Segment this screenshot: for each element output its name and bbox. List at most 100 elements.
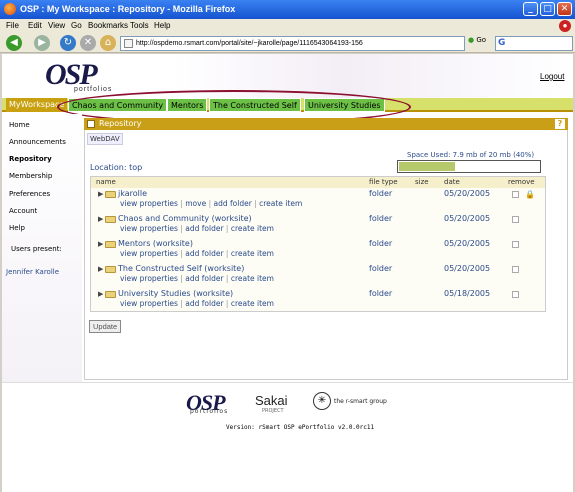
- expand-triangle-icon[interactable]: ▶: [98, 290, 103, 298]
- minimize-button[interactable]: _: [523, 2, 538, 16]
- row-action-link[interactable]: create item: [259, 199, 302, 208]
- action-separator: |: [180, 199, 183, 208]
- remove-checkbox[interactable]: [512, 216, 519, 223]
- go-button[interactable]: ● Go: [468, 36, 486, 44]
- sidebar-item-help[interactable]: Help: [9, 224, 25, 232]
- folder-icon[interactable]: ▶: [98, 215, 118, 223]
- tab-mentors[interactable]: Mentors: [167, 98, 208, 112]
- sidebar-item-membership[interactable]: Membership: [9, 172, 52, 180]
- action-separator: |: [208, 199, 212, 208]
- expand-triangle-icon[interactable]: ▶: [98, 190, 103, 198]
- column-date: date: [444, 178, 460, 186]
- row-file-type: folder: [369, 239, 393, 248]
- column-size: size: [415, 178, 429, 186]
- expand-triangle-icon[interactable]: ▶: [98, 215, 103, 223]
- footer-rsmart-logo[interactable]: the r-smart group: [334, 398, 387, 405]
- sidebar-item-preferences[interactable]: Preferences: [9, 190, 50, 198]
- location-top-link[interactable]: top: [129, 163, 142, 172]
- row-file-type: folder: [369, 214, 393, 223]
- row-action-link[interactable]: create item: [231, 249, 274, 258]
- action-separator: |: [225, 224, 229, 233]
- column-file-type: file type: [369, 178, 398, 186]
- menu-view[interactable]: View: [48, 21, 65, 30]
- menu-edit[interactable]: Edit: [28, 21, 42, 30]
- stop-icon[interactable]: ●: [559, 20, 571, 32]
- footer-sakai-subtitle: PROJECT: [262, 408, 284, 414]
- update-button[interactable]: Update: [89, 320, 122, 333]
- space-used-text: Space Used: 7.9 mb of 20 mb (40%): [407, 151, 535, 159]
- row-action-link[interactable]: add folder: [185, 249, 223, 258]
- row-action-link[interactable]: view properties: [120, 224, 178, 233]
- maximize-button[interactable]: □: [540, 2, 555, 16]
- menu-bookmarks[interactable]: Bookmarks: [88, 21, 128, 30]
- present-user-name: Jennifer Karolle: [6, 268, 60, 276]
- expand-triangle-icon[interactable]: ▶: [98, 265, 103, 273]
- row-action-link[interactable]: add folder: [185, 224, 223, 233]
- tool-title: Repository: [99, 119, 142, 128]
- url-input[interactable]: http://ospdemo.rsmart.com/portal/site/~j…: [120, 36, 465, 51]
- forward-icon[interactable]: ▶: [34, 35, 50, 51]
- osp-logo-subtitle: portfolios: [74, 86, 113, 93]
- folder-icon[interactable]: ▶: [98, 240, 118, 248]
- sidebar-item-home[interactable]: Home: [9, 121, 30, 129]
- action-separator: |: [225, 249, 229, 258]
- search-input[interactable]: G: [495, 36, 573, 51]
- stop-icon[interactable]: ✕: [80, 35, 96, 51]
- row-action-link[interactable]: create item: [231, 224, 274, 233]
- row-action-link[interactable]: create item: [231, 299, 274, 308]
- back-icon[interactable]: ◀: [6, 35, 22, 51]
- footer-osp-subtitle: portfolios: [190, 408, 229, 415]
- folder-icon[interactable]: ▶: [98, 290, 118, 298]
- menu-file[interactable]: File: [6, 21, 19, 30]
- folder-name-link[interactable]: University Studies (worksite): [118, 289, 233, 298]
- remove-checkbox[interactable]: [512, 241, 519, 248]
- space-used-fill: [399, 162, 455, 171]
- row-action-link[interactable]: view properties: [120, 299, 178, 308]
- row-action-link[interactable]: view properties: [120, 274, 178, 283]
- folder-name-link[interactable]: The Constructed Self (worksite): [118, 264, 244, 273]
- menu-help[interactable]: Help: [154, 21, 170, 30]
- folder-icon[interactable]: ▶: [98, 265, 118, 273]
- tab-my-workspace[interactable]: MyWorkspace: [6, 98, 68, 112]
- reload-icon[interactable]: ↻: [60, 35, 76, 51]
- remove-checkbox[interactable]: [512, 266, 519, 273]
- row-action-link[interactable]: add folder: [214, 199, 252, 208]
- folder-name-link[interactable]: Mentors (worksite): [118, 239, 193, 248]
- menu-go[interactable]: Go: [71, 21, 82, 30]
- action-separator: |: [180, 299, 183, 308]
- sidebar-item-repository[interactable]: Repository: [9, 155, 52, 163]
- webdav-link[interactable]: WebDAV: [87, 133, 123, 145]
- row-action-link[interactable]: add folder: [185, 299, 223, 308]
- location-label: Location:: [90, 163, 127, 172]
- footer-sakai-logo[interactable]: Sakai: [255, 393, 288, 408]
- expand-triangle-icon[interactable]: ▶: [98, 240, 103, 248]
- folder-name-link[interactable]: Chaos and Community (worksite): [118, 214, 252, 223]
- remove-checkbox[interactable]: [512, 191, 519, 198]
- table-row: ▶ Chaos and Community (worksite) view prop…: [91, 214, 545, 239]
- action-separator: |: [180, 224, 183, 233]
- sidebar-item-account[interactable]: Account: [9, 207, 37, 215]
- folder-name-link[interactable]: jkarolle: [118, 189, 147, 198]
- reset-tool-icon[interactable]: [87, 120, 95, 128]
- row-date: 05/20/2005: [444, 264, 491, 273]
- folder-icon[interactable]: ▶: [98, 190, 118, 198]
- row-action-link[interactable]: create item: [231, 274, 274, 283]
- tab-chaos-and-community[interactable]: Chaos and Community: [68, 98, 168, 112]
- row-date: 05/20/2005: [444, 189, 491, 198]
- logout-link[interactable]: Logout: [540, 72, 564, 81]
- tab-university-studies[interactable]: University Studies: [304, 98, 385, 112]
- row-action-link[interactable]: move: [185, 199, 206, 208]
- remove-checkbox[interactable]: [512, 291, 519, 298]
- menu-tools[interactable]: Tools: [130, 21, 149, 30]
- sidebar-item-announcements[interactable]: Announcements: [9, 138, 66, 146]
- row-action-link[interactable]: view properties: [120, 199, 178, 208]
- row-action-link[interactable]: view properties: [120, 249, 178, 258]
- rsmart-logo-icon[interactable]: ✳: [313, 392, 331, 410]
- tab-the-constructed-self[interactable]: The Constructed Self: [209, 98, 301, 112]
- help-icon[interactable]: ?: [555, 119, 565, 129]
- row-action-link[interactable]: add folder: [185, 274, 223, 283]
- window-title: OSP : My Workspace : Repository - Mozill…: [20, 4, 236, 14]
- close-button[interactable]: ✕: [557, 2, 572, 16]
- home-icon[interactable]: ⌂: [100, 35, 116, 51]
- title-bar: OSP : My Workspace : Repository - Mozill…: [0, 0, 575, 19]
